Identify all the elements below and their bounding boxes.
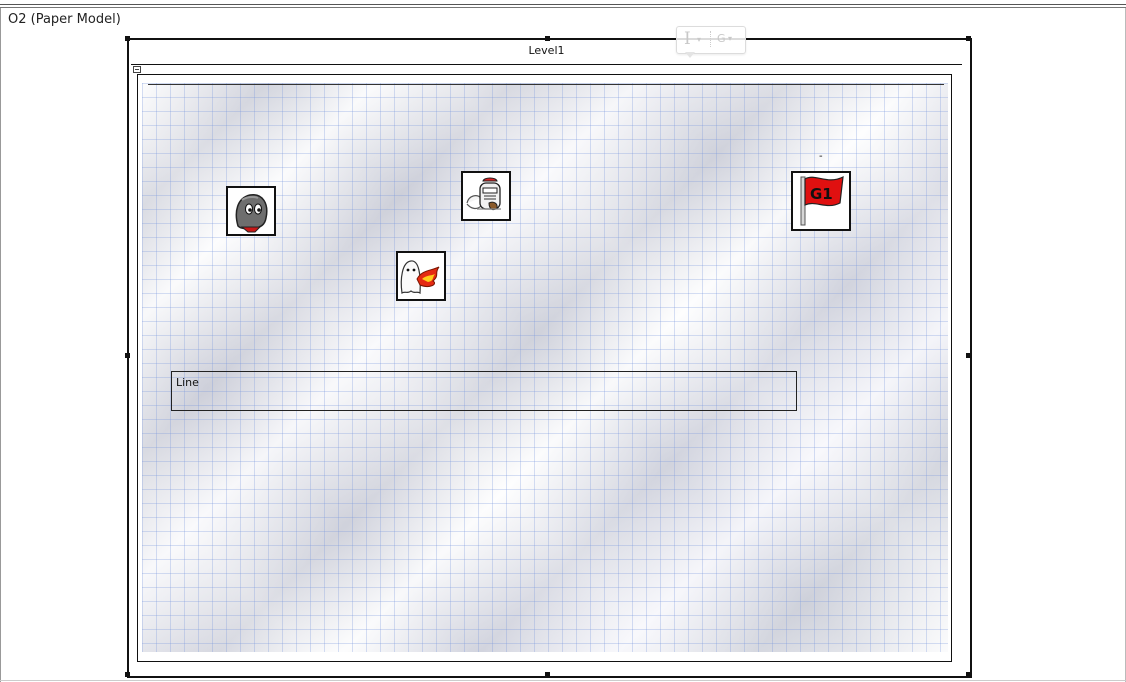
canvas-top-border (148, 84, 944, 85)
fire-ghost-sprite[interactable] (396, 251, 446, 301)
level-title[interactable]: Level1 (131, 44, 962, 57)
rock-creature-sprite[interactable] (226, 186, 276, 236)
resize-handle-left[interactable] (125, 353, 130, 358)
flag-marker: - (819, 151, 823, 162)
goal-flag-icon: G1 (800, 175, 844, 226)
resize-handle-bottom-right[interactable] (966, 672, 971, 677)
rock-creature-icon (235, 194, 268, 233)
level-header: Level1 (131, 42, 962, 65)
chef-creature-sprite[interactable] (461, 171, 511, 221)
model-title: O2 (Paper Model) (8, 12, 121, 27)
graphics-dropdown-icon[interactable]: ▾ (728, 34, 732, 43)
line-object-label: Line (176, 376, 199, 389)
resize-handle-bottom[interactable] (545, 672, 550, 677)
resize-handle-right[interactable] (966, 353, 971, 358)
toolbar-pointer (685, 52, 695, 58)
resize-handle-top-left[interactable] (125, 36, 130, 41)
line-object[interactable]: Line (171, 371, 797, 411)
goal-flag-label: G1 (810, 185, 833, 203)
floating-toolbar[interactable]: I ▾ G ▾ (676, 26, 746, 58)
fire-ghost-icon (400, 260, 440, 295)
chef-creature-icon (466, 177, 501, 211)
resize-handle-top-right[interactable] (966, 36, 971, 41)
window-top-border (0, 4, 1126, 5)
resize-handle-top[interactable] (545, 36, 550, 41)
toolbar-separator (710, 31, 712, 47)
window-bottom-border (0, 680, 1126, 681)
graphics-icon[interactable]: G (717, 32, 726, 45)
text-format-dropdown-icon[interactable]: ▾ (697, 35, 701, 44)
window-left-border (0, 8, 1, 682)
resize-handle-bottom-left[interactable] (125, 672, 130, 677)
level-canvas[interactable] (142, 83, 948, 652)
text-format-icon[interactable]: I (684, 29, 691, 49)
goal-flag-sprite[interactable]: G1 (791, 171, 851, 231)
collapse-icon[interactable] (133, 66, 141, 73)
window-top-border-inner (0, 7, 1126, 8)
